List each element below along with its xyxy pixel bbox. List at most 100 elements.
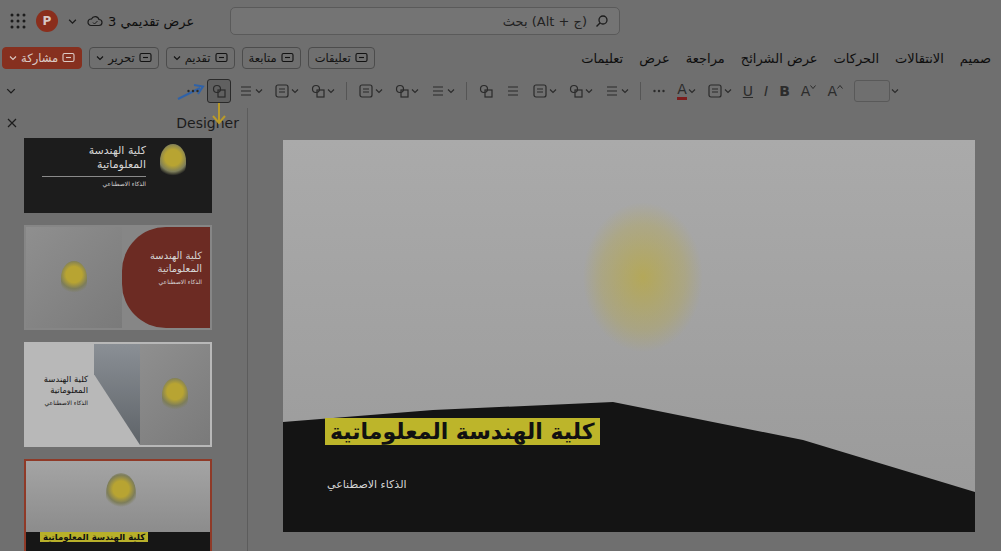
toolbar-button[interactable]: B bbox=[775, 79, 794, 103]
thumbnail-text: كلية الهندسة المعلوماتيةالذكاء الاصطناعي bbox=[122, 227, 210, 328]
powerpoint-logo[interactable]: P bbox=[36, 10, 58, 32]
action-icon bbox=[355, 52, 368, 64]
thumbnail-text: كلية الهندسة المعلوماتيةالذكاء الاصطناعي bbox=[42, 144, 146, 187]
tool-icon bbox=[430, 83, 446, 99]
thumbnail-title: كلية الهندسة المعلوماتية bbox=[40, 532, 148, 542]
toolbar-button[interactable] bbox=[648, 79, 670, 103]
search-box[interactable]: بحث (Alt + ج) bbox=[230, 7, 620, 35]
action-icon bbox=[215, 52, 228, 64]
action-icon bbox=[62, 52, 75, 64]
toolbar-button[interactable] bbox=[182, 79, 204, 103]
toolbar-button[interactable] bbox=[354, 79, 387, 103]
slide-subtitle[interactable]: الذكاء الاصطناعي bbox=[327, 478, 407, 491]
toolbar-button[interactable] bbox=[564, 79, 597, 103]
action-button[interactable]: تقديم bbox=[166, 47, 235, 69]
ribbon-tab[interactable]: مراجعة bbox=[679, 49, 732, 68]
design-thumbnail[interactable]: كلية الهندسة المعلوماتيةالذكاء الاصطناعي bbox=[24, 342, 212, 447]
toolbar-button[interactable] bbox=[474, 79, 498, 103]
ribbon-tab[interactable]: تعليمات bbox=[574, 49, 630, 68]
toolbar-separator bbox=[640, 82, 641, 100]
toolbar: AABIUA bbox=[0, 74, 1001, 108]
thumbnail-subtitle: الذكاء الاصطناعي bbox=[130, 278, 202, 285]
thumbnail-picture bbox=[140, 344, 210, 445]
action-button[interactable]: متابعة bbox=[242, 47, 301, 69]
toolbar-button[interactable]: U bbox=[739, 79, 757, 103]
tool-icon bbox=[707, 83, 723, 99]
toolbar-button[interactable]: I bbox=[760, 79, 772, 103]
caret-up-icon bbox=[837, 84, 843, 90]
toolbar-button[interactable]: A bbox=[797, 79, 821, 103]
close-icon[interactable] bbox=[7, 118, 17, 128]
toolbar-tools: AABIUA bbox=[182, 79, 903, 103]
tool-icon bbox=[238, 83, 254, 99]
chevron-down-icon bbox=[621, 87, 629, 95]
toolbar-button[interactable] bbox=[600, 79, 633, 103]
toolbar-button[interactable] bbox=[426, 79, 459, 103]
title-bar: P عرض تقديمي 3 بحث (Alt + ج) bbox=[0, 0, 1001, 42]
chevron-down-icon bbox=[291, 87, 299, 95]
toolbar-button[interactable] bbox=[703, 79, 736, 103]
toolbar-button[interactable] bbox=[234, 79, 267, 103]
toolbar-button[interactable]: A bbox=[823, 79, 847, 103]
slide[interactable]: كلية الهندسة المعلوماتية الذكاء الاصطناعي bbox=[283, 140, 975, 532]
search-placeholder: بحث (Alt + ج) bbox=[503, 14, 587, 29]
thumbnail-text: كلية الهندسة المعلوماتيةالذكاء الاصطناعي bbox=[26, 344, 94, 445]
logo-letter: P bbox=[43, 14, 52, 28]
format-glyph: U bbox=[743, 84, 753, 98]
glyph-text: A bbox=[677, 82, 687, 96]
tool-icon bbox=[604, 83, 620, 99]
toolbar-button[interactable] bbox=[270, 79, 303, 103]
format-glyph: I bbox=[764, 84, 768, 98]
toolbar-button[interactable] bbox=[850, 79, 903, 103]
app-launcher-icon[interactable] bbox=[10, 13, 26, 29]
ribbon-tab[interactable]: عرض الشرائح bbox=[734, 49, 825, 68]
chevron-down-icon bbox=[96, 54, 104, 62]
font-size-field[interactable] bbox=[854, 80, 890, 102]
toolbar-button[interactable]: A bbox=[673, 79, 700, 103]
ribbon-tabs: صميمالانتقالاتالحركاتعرض الشرائحمراجعةعر… bbox=[574, 49, 1001, 68]
format-glyph: B bbox=[779, 84, 790, 98]
slide-title[interactable]: كلية الهندسة المعلوماتية bbox=[325, 418, 600, 445]
format-glyph: A bbox=[677, 82, 687, 100]
chevron-down-icon bbox=[173, 54, 181, 62]
action-button[interactable]: تحرير bbox=[89, 47, 159, 69]
yellow-arrow-icon bbox=[211, 102, 227, 126]
ribbon-tab[interactable]: صميم bbox=[953, 49, 998, 68]
document-title[interactable]: عرض تقديمي 3 bbox=[87, 14, 194, 29]
ribbon-tab[interactable]: الانتقالات bbox=[888, 49, 951, 68]
chevron-down-icon[interactable] bbox=[68, 17, 77, 26]
cloud-icon bbox=[87, 15, 103, 27]
thumbnail-rule bbox=[42, 176, 146, 177]
chevron-down-icon bbox=[9, 54, 17, 62]
action-label: تعليقات bbox=[315, 51, 351, 65]
toolbar-button[interactable] bbox=[306, 79, 339, 103]
design-thumbnail[interactable]: كلية الهندسة المعلوماتيةالذكاء الاصطناعي bbox=[24, 225, 212, 330]
glyph-text: A bbox=[827, 84, 837, 98]
glyph-text: B bbox=[779, 84, 790, 98]
action-button[interactable]: تعليقات bbox=[308, 47, 375, 69]
design-thumbnail[interactable]: كلية الهندسة المعلوماتية bbox=[24, 459, 212, 551]
action-label: مشاركة bbox=[21, 51, 58, 65]
toolbar-button[interactable] bbox=[528, 79, 561, 103]
tool-icon bbox=[211, 83, 227, 99]
thumbnail-picture bbox=[160, 144, 186, 178]
action-label: تقديم bbox=[185, 51, 211, 65]
action-icon bbox=[139, 52, 152, 64]
chevron-down-icon bbox=[411, 87, 419, 95]
chevron-down-icon bbox=[585, 87, 593, 95]
toolbar-button[interactable] bbox=[390, 79, 423, 103]
thumbnail-subtitle: الذكاء الاصطناعي bbox=[42, 180, 146, 187]
tool-icon bbox=[394, 83, 410, 99]
design-thumbnail[interactable]: كلية الهندسة المعلوماتيةالذكاء الاصطناعي bbox=[24, 138, 212, 213]
format-glyph: A bbox=[801, 84, 817, 98]
ribbon-tab[interactable]: الحركات bbox=[827, 49, 887, 68]
ribbon-tab[interactable]: عرض bbox=[632, 49, 677, 68]
caret-down-icon bbox=[810, 84, 816, 90]
ribbon-bar: مشاركة تحرير تقديم متابعة تعليقات صميمالانتقا… bbox=[0, 42, 1001, 74]
toolbar-button[interactable] bbox=[501, 79, 525, 103]
toolbar-button[interactable] bbox=[207, 79, 231, 103]
action-button[interactable]: مشاركة bbox=[2, 47, 82, 69]
glyph-text: I bbox=[764, 84, 768, 98]
glyph-text: U bbox=[743, 84, 753, 98]
collapse-ribbon-icon[interactable] bbox=[6, 86, 16, 96]
